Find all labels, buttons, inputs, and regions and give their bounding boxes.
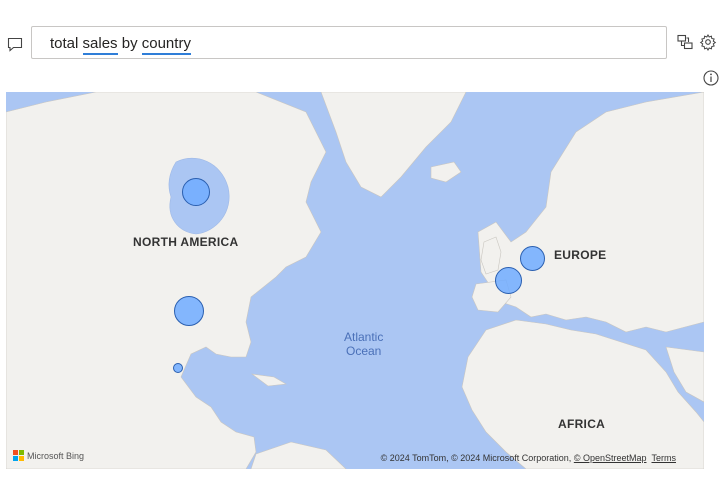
attribution-text: © 2024 TomTom, © 2024 Microsoft Corporat… xyxy=(380,453,574,463)
qa-word-total: total xyxy=(50,35,79,52)
map-land xyxy=(6,92,704,469)
qa-question-text: total sales by country xyxy=(50,35,191,55)
bubble-united-states[interactable] xyxy=(174,296,204,326)
map-visual[interactable]: NORTH AMERICA EUROPE AFRICA Atlantic Oce… xyxy=(6,92,704,469)
ocean-label-line2: Ocean xyxy=(346,344,382,358)
bubble-france[interactable] xyxy=(495,267,522,294)
openstreetmap-link[interactable]: © OpenStreetMap xyxy=(574,453,647,463)
bubble-germany[interactable] xyxy=(520,246,545,271)
region-label-europe: EUROPE xyxy=(554,248,607,262)
ocean-label-atlantic: Atlantic Ocean xyxy=(344,330,383,358)
bubble-mexico[interactable] xyxy=(173,363,183,373)
chat-icon xyxy=(7,36,23,52)
settings-gear-icon[interactable] xyxy=(699,33,717,51)
region-label-africa: AFRICA xyxy=(558,417,606,431)
ocean-label-line1: Atlantic xyxy=(344,330,384,344)
qa-term-country[interactable]: country xyxy=(141,35,191,55)
share-visual-icon[interactable] xyxy=(676,33,694,51)
terms-link[interactable]: Terms xyxy=(652,453,677,463)
qa-question-input[interactable]: total sales by country xyxy=(31,26,667,59)
info-icon[interactable] xyxy=(702,69,720,87)
qa-word-by: by xyxy=(121,35,138,52)
bubble-canada[interactable] xyxy=(182,178,210,206)
bing-provider-text: Microsoft Bing xyxy=(27,450,85,461)
map-attribution: © 2024 TomTom, © 2024 Microsoft Corporat… xyxy=(381,453,676,463)
region-label-north-america: NORTH AMERICA xyxy=(133,235,239,249)
qa-term-sales[interactable]: sales xyxy=(82,35,118,55)
microsoft-logo-icon xyxy=(13,450,24,461)
bing-logo: Microsoft Bing xyxy=(13,450,84,461)
